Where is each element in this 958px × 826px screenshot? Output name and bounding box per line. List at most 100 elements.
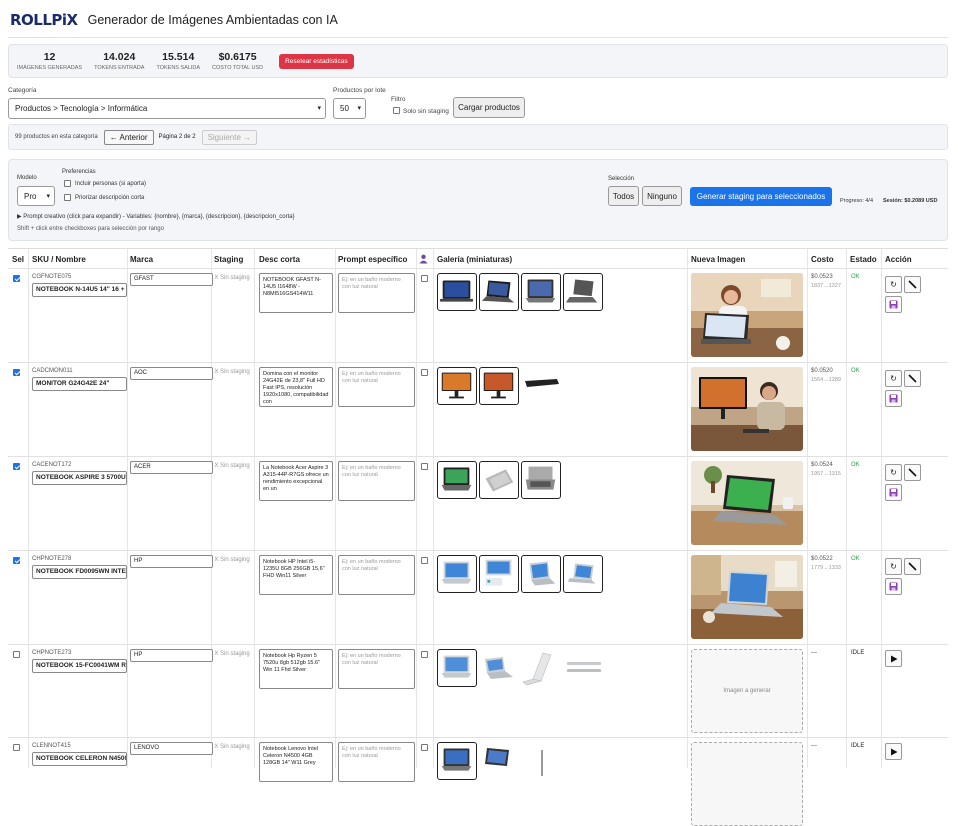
specific-prompt-textarea[interactable]: Ej: en un baño moderno con luz natural <box>338 555 415 595</box>
product-name-input[interactable]: NOTEBOOK 15-FC0041WM RYZEN 5 <box>32 659 127 673</box>
next-page-button[interactable]: Siguiente → <box>201 129 258 145</box>
regenerate-icon[interactable]: ↻ <box>885 464 902 481</box>
include-people-row-checkbox[interactable] <box>421 275 428 282</box>
row-select-checkbox[interactable] <box>13 557 20 564</box>
load-products-button[interactable]: Cargar productos <box>453 97 525 118</box>
save-icon[interactable] <box>885 484 902 501</box>
row-select-checkbox[interactable] <box>13 744 20 751</box>
brand-input[interactable]: AOC <box>130 367 213 380</box>
staging-status: X Sin staging <box>214 744 250 750</box>
staging-status: X Sin staging <box>214 369 250 375</box>
brand-input[interactable]: LENOVO <box>130 742 213 755</box>
include-people-row-checkbox[interactable] <box>421 463 428 470</box>
include-people-row-checkbox[interactable] <box>421 557 428 564</box>
short-desc-textarea[interactable]: Domina con el monitor 24G42E de 23,8" Fu… <box>259 367 333 407</box>
chevron-down-icon: ▾ <box>317 105 321 112</box>
edit-icon[interactable] <box>904 276 921 293</box>
edit-icon[interactable] <box>904 558 921 575</box>
gallery-thumbnail[interactable] <box>563 649 603 687</box>
row-select-checkbox[interactable] <box>13 463 20 470</box>
select-none-button[interactable]: Ninguno <box>642 186 682 206</box>
regenerate-icon[interactable]: ↻ <box>885 276 902 293</box>
specific-prompt-textarea[interactable]: Ej: en un baño moderno con luz natural <box>338 367 415 407</box>
brand-input[interactable]: HP <box>130 555 213 568</box>
generated-image[interactable] <box>691 461 803 545</box>
edit-icon[interactable] <box>904 370 921 387</box>
row-select-checkbox[interactable] <box>13 651 20 658</box>
stat-images: 12 IMÁGENES GENERADAS <box>17 51 82 71</box>
selection-label: Selección <box>608 176 635 182</box>
prev-page-button[interactable]: ← Anterior <box>103 129 154 145</box>
row-select-checkbox[interactable] <box>13 275 20 282</box>
gallery-thumbnail[interactable] <box>479 461 519 499</box>
specific-prompt-textarea[interactable]: Ej: en un baño moderno con luz natural <box>338 649 415 689</box>
product-name-input[interactable]: NOTEBOOK N-14U5 14" 16 + 500GB <box>32 283 127 297</box>
gallery-thumbnail[interactable] <box>437 649 477 687</box>
regenerate-icon[interactable]: ↻ <box>885 370 902 387</box>
staging-only-checkbox[interactable] <box>393 107 400 114</box>
save-icon[interactable] <box>885 296 902 313</box>
model-select[interactable]: Pro ▾ <box>17 186 55 206</box>
per-batch-select[interactable]: 50 ▾ <box>333 98 366 119</box>
gallery-thumbnail[interactable] <box>479 742 519 780</box>
brand-input[interactable]: ACER <box>130 461 213 474</box>
reset-stats-button[interactable]: Resetear estadísticas <box>279 53 354 69</box>
gallery-thumbnail[interactable] <box>563 555 603 593</box>
gallery-thumbnail[interactable] <box>521 273 561 311</box>
gallery-thumbnail[interactable] <box>521 649 561 687</box>
product-name-input[interactable]: NOTEBOOK ASPIRE 3 5700U 15.6" <box>32 471 127 485</box>
include-people-row-checkbox[interactable] <box>421 369 428 376</box>
generate-staging-button[interactable]: Generar staging para seleccionados <box>690 187 832 206</box>
gallery-thumbnail[interactable] <box>479 273 519 311</box>
gallery-thumbnail[interactable] <box>437 555 477 593</box>
per-batch-label: Productos por lote <box>333 87 386 94</box>
gallery-thumbnail[interactable] <box>521 367 561 405</box>
generated-image[interactable] <box>691 273 803 357</box>
short-desc-textarea[interactable]: Notebook Hp Ryzen 5 7520u 8gb 512gb 15.6… <box>259 649 333 689</box>
status-badge: OK <box>851 368 860 374</box>
product-name-input[interactable]: NOTEBOOK FD0095WN INTEL I5 <box>32 565 127 579</box>
gallery-thumbnail[interactable] <box>437 367 477 405</box>
gallery-thumbnail[interactable] <box>479 367 519 405</box>
play-icon[interactable] <box>885 650 902 667</box>
specific-prompt-textarea[interactable]: Ej: en un baño moderno con luz natural <box>338 273 415 313</box>
gallery-thumbnail[interactable] <box>521 555 561 593</box>
specific-prompt-textarea[interactable]: Ej: en un baño moderno con luz natural <box>338 742 415 782</box>
gallery-thumbnail[interactable] <box>437 742 477 780</box>
gallery-thumbnail[interactable] <box>437 273 477 311</box>
short-desc-textarea[interactable]: NOTEBOOK GFAST N-14U5 I1648W - N8MI516GS… <box>259 273 333 313</box>
gallery-thumbnail[interactable] <box>437 461 477 499</box>
play-icon[interactable] <box>885 743 902 760</box>
gallery-thumbnail[interactable] <box>479 555 519 593</box>
gallery-thumbnail[interactable] <box>521 461 561 499</box>
product-name-input[interactable]: MONITOR G24G42E 24" <box>32 377 127 391</box>
row-select-checkbox[interactable] <box>13 369 20 376</box>
short-desc-textarea[interactable]: La Notebook Acer Aspire 3 A315-44P-R7GS … <box>259 461 333 501</box>
select-all-button[interactable]: Todos <box>608 186 639 206</box>
edit-icon[interactable] <box>904 464 921 481</box>
creative-prompt-toggle[interactable]: ▶ Prompt creativo (click para expandir) … <box>17 213 295 220</box>
include-people-checkbox[interactable] <box>64 180 71 187</box>
include-people-row-checkbox[interactable] <box>421 651 428 658</box>
include-people-row-checkbox[interactable] <box>421 744 428 751</box>
sku-code: CGFNOTE075 <box>32 274 72 280</box>
short-desc-textarea[interactable]: Notebook Lenovo Intel Celeron N4500 4GB … <box>259 742 333 782</box>
gallery-thumbnail[interactable] <box>563 273 603 311</box>
header-sku: SKU / Nombre <box>32 255 86 264</box>
specific-prompt-textarea[interactable]: Ej: en un baño moderno con luz natural <box>338 461 415 501</box>
short-desc-textarea[interactable]: Notebook HP Intel i5-1235U 8GB 256GB 15,… <box>259 555 333 595</box>
generated-image[interactable] <box>691 555 803 639</box>
regenerate-icon[interactable]: ↻ <box>885 558 902 575</box>
brand-input[interactable]: HP <box>130 649 213 662</box>
save-icon[interactable] <box>885 578 902 595</box>
staging-only-label: Solo sin staging <box>403 108 449 115</box>
prioritize-desc-checkbox[interactable] <box>64 194 71 201</box>
gallery-thumbnail[interactable] <box>521 742 561 780</box>
save-icon[interactable] <box>885 390 902 407</box>
category-select[interactable]: Productos > Tecnología > Informática ▾ <box>8 98 326 119</box>
gallery-thumbnail[interactable] <box>479 649 519 687</box>
stat-tokens-in: 14.024 TOKENS ENTRADA <box>94 51 144 71</box>
brand-input[interactable]: GFAST <box>130 273 213 286</box>
product-name-input[interactable]: NOTEBOOK CELERON N4500 <box>32 752 127 766</box>
generated-image[interactable] <box>691 367 803 451</box>
